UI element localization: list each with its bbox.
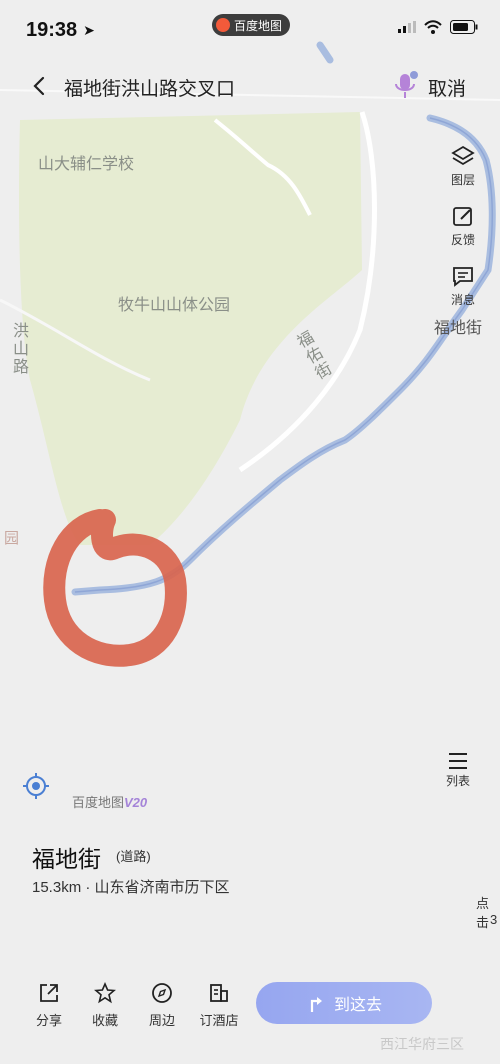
layers-button[interactable]: 图层: [438, 136, 488, 196]
edge-hint-line2: 3: [490, 912, 498, 927]
app-return-pill[interactable]: 百度地图: [212, 14, 291, 36]
hotel-button[interactable]: 订酒店: [194, 982, 244, 1029]
favorite-button[interactable]: 收藏: [80, 982, 130, 1029]
search-bar: 福地街洪山路交叉口 取消: [0, 62, 500, 110]
back-arrow-icon[interactable]: [28, 74, 52, 98]
locate-me-icon[interactable]: [22, 772, 50, 800]
place-type: (道路): [116, 849, 151, 864]
battery-icon: [450, 20, 478, 34]
cancel-button[interactable]: 取消: [428, 74, 466, 101]
nearby-label: 周边: [148, 1013, 175, 1028]
right-toolbar: 图层 反馈 消息: [438, 136, 488, 316]
compass-icon: [152, 983, 172, 1003]
share-button[interactable]: 分享: [24, 982, 74, 1029]
list-label: 列表: [445, 774, 470, 788]
hotel-icon: [210, 984, 228, 1002]
list-button[interactable]: 列表: [436, 750, 480, 796]
voice-mic-icon[interactable]: [392, 70, 420, 102]
route-arrow-icon: [310, 997, 322, 1012]
share-label: 分享: [35, 1013, 62, 1028]
search-query[interactable]: 福地街洪山路交叉口: [64, 74, 235, 101]
layers-label: 图层: [450, 172, 475, 187]
map-label-park[interactable]: 牧牛山山体公园: [118, 291, 230, 315]
map-view[interactable]: 山大辅仁学校 牧牛山山体公园 洪山路 福佑街 福地街 园: [0, 0, 500, 1064]
baidu-map-icon: [216, 18, 230, 32]
map-label-hongshan-road[interactable]: 洪山路: [6, 322, 30, 376]
share-icon: [40, 984, 58, 1002]
star-icon: [94, 982, 116, 1004]
layers-icon: [451, 145, 475, 165]
location-arrow-icon: ➤: [83, 21, 95, 38]
nearby-button[interactable]: 周边: [137, 982, 187, 1029]
place-name: 福地街: [32, 846, 101, 872]
feedback-edit-icon: [453, 206, 472, 226]
hotel-label: 订酒店: [199, 1013, 239, 1028]
navigate-here-button[interactable]: 到这去: [256, 982, 432, 1024]
feedback-button[interactable]: 反馈: [438, 196, 488, 256]
navigate-label: 到这去: [333, 997, 382, 1014]
messages-button[interactable]: 消息: [438, 256, 488, 316]
status-time: 19:38: [26, 18, 78, 41]
list-icon: [449, 753, 467, 769]
map-label-edge-park: 园: [4, 530, 20, 547]
signal-icon: [398, 21, 416, 33]
place-detail: 15.3km · 山东省济南市历下区: [32, 879, 230, 896]
status-icons: [398, 20, 478, 34]
brand-version: V20: [124, 795, 148, 810]
wifi-icon: [424, 20, 442, 34]
baidu-map-watermark: 百度地图V20: [72, 792, 147, 811]
map-label-fudi-street[interactable]: 福地街: [434, 314, 482, 338]
app-badge-label: 百度地图: [234, 18, 283, 33]
feedback-label: 反馈: [450, 232, 475, 247]
faint-background-text: 西江华府三区: [380, 1036, 464, 1052]
park-area: [19, 112, 363, 545]
messages-label: 消息: [450, 292, 475, 307]
favorite-label: 收藏: [91, 1013, 118, 1028]
message-icon: [453, 266, 473, 287]
status-bar: 19:38 ➤ 百度地图: [0, 0, 500, 60]
map-label-school[interactable]: 山大辅仁学校: [38, 150, 134, 174]
brand-name: 百度地图: [72, 795, 125, 810]
